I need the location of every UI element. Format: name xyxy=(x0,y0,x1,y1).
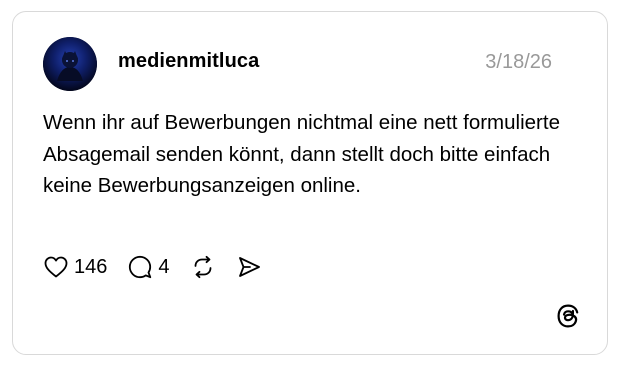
avatar[interactable] xyxy=(43,37,97,91)
avatar-image xyxy=(43,37,97,91)
repost-icon xyxy=(194,255,211,279)
post-date: 3/18/26 xyxy=(485,51,552,73)
repost-button[interactable] xyxy=(190,254,216,280)
share-button[interactable] xyxy=(236,254,262,280)
like-button[interactable]: 146 xyxy=(43,255,107,279)
username[interactable]: medienmitluca xyxy=(118,50,259,73)
send-icon xyxy=(238,257,260,277)
like-count: 146 xyxy=(74,255,108,278)
reply-count: 4 xyxy=(158,255,170,278)
post-text: Wenn ihr auf Bewerbungen nichtmal eine n… xyxy=(43,111,560,197)
heart-icon xyxy=(44,256,68,278)
action-bar: 146 4 xyxy=(43,253,282,281)
threads-logo-icon[interactable] xyxy=(555,303,581,329)
reply-button[interactable]: 4 xyxy=(127,254,170,280)
post-card: medienmitluca 3/18/26 Wenn ihr auf Bewer… xyxy=(12,11,608,355)
comment-bubble-icon xyxy=(129,255,152,279)
